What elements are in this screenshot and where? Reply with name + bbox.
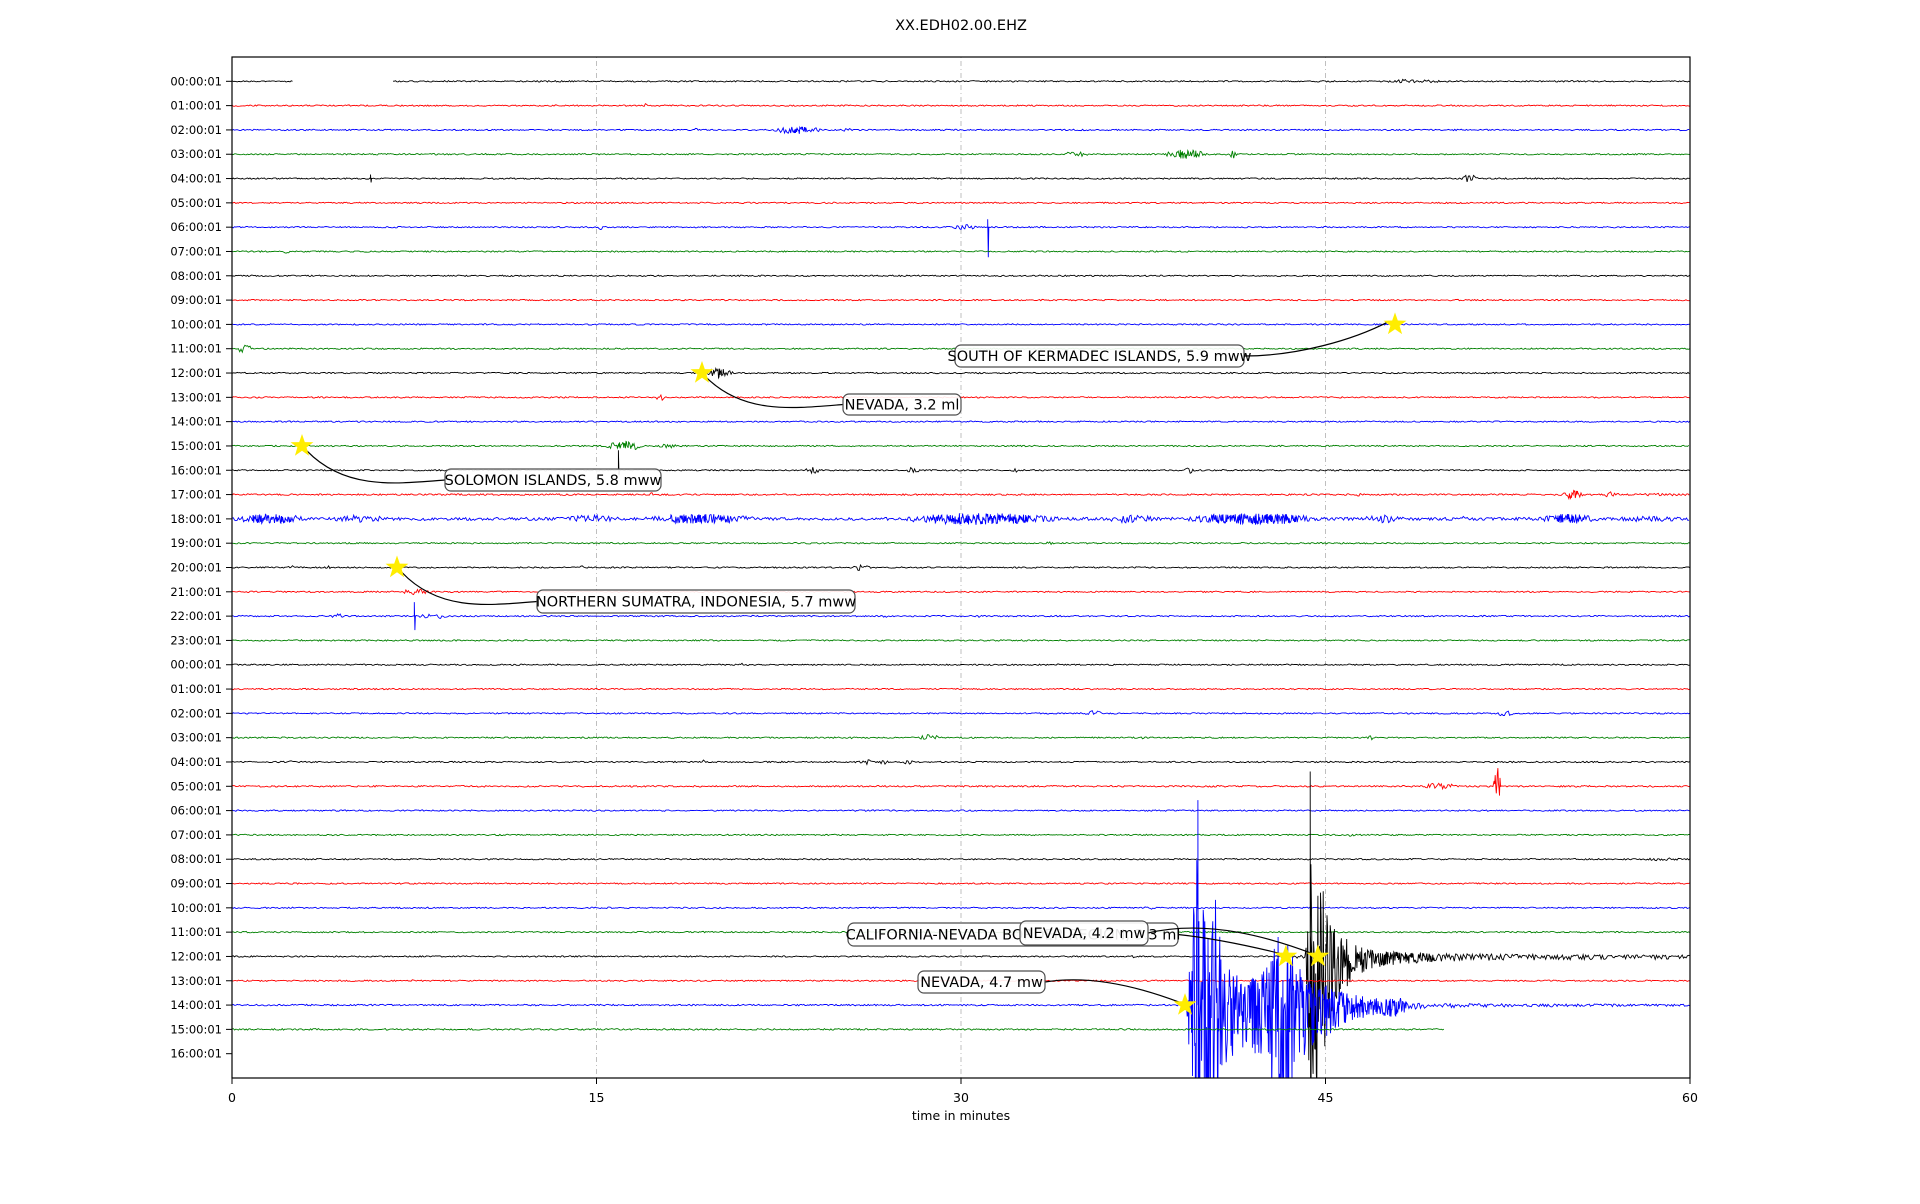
event-leader-line [307, 451, 445, 483]
y-tick-label: 07:00:01 [170, 828, 222, 842]
y-tick-label: 02:00:01 [170, 123, 222, 137]
event-label-text: NORTHERN SUMATRA, INDONESIA, 5.7 mww [536, 595, 856, 611]
event-leader-line [707, 378, 843, 408]
event-label-text: NEVADA, 4.7 mw [920, 975, 1043, 991]
trace-row-9-09:00:01 [232, 299, 1690, 300]
trace-row-39-15:00:01 [232, 1029, 1444, 1031]
y-tick-label: 03:00:01 [170, 147, 222, 161]
trace-row-7-07:00:01 [232, 251, 1690, 253]
event-label-text: SOUTH OF KERMADEC ISLANDS, 5.9 mww [948, 349, 1252, 365]
trace-row-33-09:00:01 [232, 883, 1690, 884]
y-tick-label: 09:00:01 [170, 293, 222, 307]
trace-row-31-07:00:01 [232, 834, 1690, 836]
y-tick-label: 14:00:01 [170, 998, 222, 1012]
y-tick-label: 11:00:01 [170, 925, 222, 939]
y-tick-label: 04:00:01 [170, 755, 222, 769]
trace-row-15-15:00:01 [232, 442, 1689, 450]
y-tick-label: 13:00:01 [170, 390, 222, 404]
y-tick-label: 06:00:01 [170, 220, 222, 234]
y-tick-label: 00:00:01 [170, 74, 222, 88]
chart-content: 00:00:01 01:00:01 02:00:01 03:00:01 04:00:01… [170, 57, 1698, 1200]
event-label-text: NEVADA, 4.2 mw [1023, 926, 1146, 942]
y-tick-label: 01:00:01 [170, 682, 222, 696]
event-star-icon [691, 361, 714, 383]
y-tick-label: 12:00:01 [170, 949, 222, 963]
y-tick-label: 12:00:01 [170, 366, 222, 380]
trace-row-34-10:00:01 [232, 907, 1690, 909]
helicorder-chart: XX.EDH02.00.EHZ 00:00:01 01:00:01 02:00:01… [0, 0, 1920, 1200]
y-tick-label: 02:00:01 [170, 706, 222, 720]
event-leader-line [402, 573, 537, 605]
event-star-icon [386, 556, 409, 578]
trace-row-0-00:00:01 [232, 79, 1690, 82]
trace-row-5-05:00:01 [232, 202, 1690, 203]
trace-row-18-18:00:01 [232, 513, 1689, 525]
event-leader-line [1045, 980, 1179, 1002]
y-tick-label: 21:00:01 [170, 585, 222, 599]
event-label-text: SOLOMON ISLANDS, 5.8 mww [445, 473, 662, 489]
y-tick-label: 13:00:01 [170, 974, 222, 988]
y-tick-label: 15:00:01 [170, 1022, 222, 1036]
x-tick-label: 60 [1682, 1090, 1698, 1105]
y-tick-label: 06:00:01 [170, 804, 222, 818]
seismogram-figure: XX.EDH02.00.EHZ 00:00:01 01:00:01 02:00:01… [0, 0, 1920, 1200]
y-tick-label: 07:00:01 [170, 244, 222, 258]
y-tick-label: 04:00:01 [170, 172, 222, 186]
y-tick-label: 17:00:01 [170, 488, 222, 502]
x-tick-label: 15 [589, 1090, 605, 1105]
trace-row-8-08:00:01 [232, 275, 1690, 276]
y-tick-label: 19:00:01 [170, 536, 222, 550]
x-tick-label: 30 [953, 1090, 969, 1105]
y-tick-label: 20:00:01 [170, 561, 222, 575]
trace-row-10-10:00:01 [232, 324, 1690, 325]
y-tick-label: 11:00:01 [170, 342, 222, 356]
y-tick-label: 23:00:01 [170, 633, 222, 647]
y-tick-label: 01:00:01 [170, 99, 222, 113]
event-star-icon [291, 434, 314, 456]
y-tick-label: 05:00:01 [170, 196, 222, 210]
y-tick-label: 08:00:01 [170, 852, 222, 866]
event-label-text: NEVADA, 3.2 ml [845, 398, 960, 414]
y-tick-label: 22:00:01 [170, 609, 222, 623]
y-tick-label: 18:00:01 [170, 512, 222, 526]
y-tick-label: 10:00:01 [170, 317, 222, 331]
y-tick-label: 03:00:01 [170, 731, 222, 745]
event-leader-line [1244, 321, 1389, 356]
y-tick-label: 16:00:01 [170, 463, 222, 477]
trace-row-30-06:00:01 [232, 810, 1690, 811]
x-tick-label: 0 [228, 1090, 236, 1105]
y-tick-label: 00:00:01 [170, 658, 222, 672]
chart-title: XX.EDH02.00.EHZ [895, 18, 1027, 34]
y-tick-label: 15:00:01 [170, 439, 222, 453]
y-tick-label: 08:00:01 [170, 269, 222, 283]
y-tick-label: 05:00:01 [170, 779, 222, 793]
trace-row-2-02:00:01 [232, 127, 1689, 134]
event-star-icon [1384, 312, 1407, 334]
y-tick-label: 10:00:01 [170, 901, 222, 915]
trace-row-32-08:00:01 [232, 858, 1690, 861]
y-tick-label: 14:00:01 [170, 415, 222, 429]
y-tick-label: 09:00:01 [170, 877, 222, 891]
x-axis-label: time in minutes [912, 1108, 1010, 1123]
x-tick-label: 45 [1318, 1090, 1334, 1105]
y-tick-label: 16:00:01 [170, 1047, 222, 1061]
